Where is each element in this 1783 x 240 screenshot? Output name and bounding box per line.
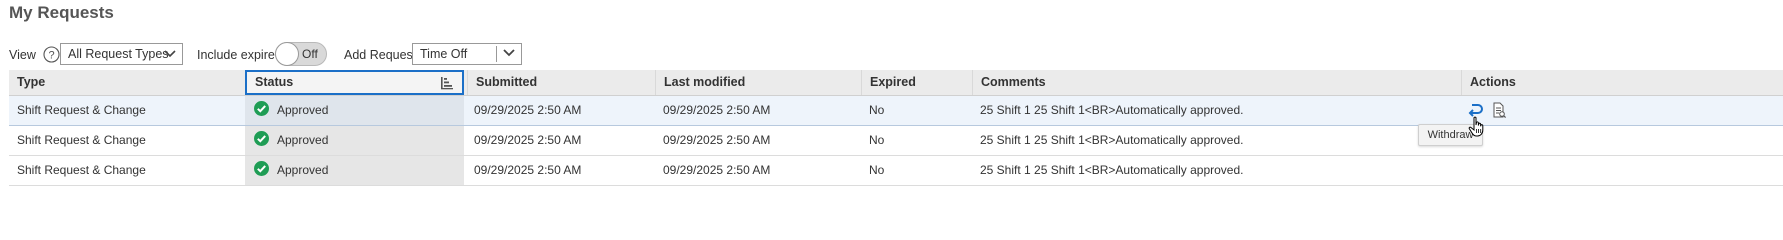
table-header: Type Status Submitted Last modified Expi… — [9, 70, 1783, 96]
check-circle-icon — [254, 161, 269, 177]
help-icon[interactable]: ? — [43, 46, 60, 63]
cell-last-modified: 09/29/2025 2:50 AM — [663, 133, 771, 147]
requests-table: Type Status Submitted Last modified Expi… — [9, 70, 1783, 186]
page-title: My Requests — [9, 3, 114, 22]
column-header-last-modified[interactable]: Last modified — [655, 70, 861, 95]
cell-last-modified: 09/29/2025 2:50 AM — [663, 163, 771, 177]
cell-type: Shift Request & Change — [17, 103, 146, 117]
toggle-state-text: Off — [302, 47, 318, 61]
toggle-knob — [275, 42, 299, 66]
add-request-select-value: Time Off — [420, 47, 468, 61]
cell-type: Shift Request & Change — [17, 163, 146, 177]
cell-submitted: 09/29/2025 2:50 AM — [474, 133, 582, 147]
svg-text:?: ? — [48, 50, 54, 62]
check-circle-icon — [254, 131, 269, 147]
table-row[interactable]: Shift Request & Change Approved 09/29/20… — [9, 126, 1783, 156]
cell-submitted: 09/29/2025 2:50 AM — [474, 103, 582, 117]
column-header-comments[interactable]: Comments — [972, 70, 1461, 95]
column-header-submitted[interactable]: Submitted — [467, 70, 656, 95]
table-row[interactable]: Shift Request & Change Approved 09/29/20… — [9, 96, 1783, 126]
request-type-select-value: All Request Types — [68, 47, 169, 61]
cell-type: Shift Request & Change — [17, 133, 146, 147]
column-header-status-label: Status — [255, 75, 294, 89]
status-text: Approved — [277, 163, 329, 177]
include-expired-label: Include expired — [197, 48, 282, 62]
column-header-type[interactable]: Type — [9, 70, 245, 95]
details-icon[interactable] — [1491, 102, 1507, 118]
sort-icon[interactable] — [440, 76, 454, 90]
cell-comments: 25 Shift 1 25 Shift 1<BR>Automatically a… — [980, 103, 1244, 117]
column-header-status[interactable]: Status — [245, 70, 464, 95]
cell-expired: No — [869, 163, 885, 177]
cell-status: Approved — [245, 96, 464, 125]
cell-expired: No — [869, 103, 885, 117]
include-expired-toggle[interactable]: Off — [275, 42, 327, 66]
chevron-down-icon — [503, 49, 515, 57]
cell-last-modified: 09/29/2025 2:50 AM — [663, 103, 771, 117]
cell-comments: 25 Shift 1 25 Shift 1<BR>Automatically a… — [980, 163, 1244, 177]
add-request-label: Add Request — [344, 48, 417, 62]
toolbar: View ? All Request Types Include expired… — [9, 42, 1209, 67]
check-circle-icon — [254, 101, 269, 117]
column-header-expired[interactable]: Expired — [861, 70, 973, 95]
cell-submitted: 09/29/2025 2:50 AM — [474, 163, 582, 177]
table-row[interactable]: Shift Request & Change Approved 09/29/20… — [9, 156, 1783, 186]
cell-status: Approved — [245, 156, 464, 185]
request-type-select[interactable]: All Request Types — [60, 43, 183, 65]
hand-cursor-icon — [1468, 116, 1484, 137]
cell-status: Approved — [245, 126, 464, 155]
chevron-down-icon — [164, 50, 176, 58]
status-text: Approved — [277, 133, 329, 147]
cell-expired: No — [869, 133, 885, 147]
view-label: View — [9, 48, 36, 62]
add-request-select[interactable]: Time Off — [412, 43, 522, 65]
cell-comments: 25 Shift 1 25 Shift 1<BR>Automatically a… — [980, 133, 1244, 147]
status-text: Approved — [277, 103, 329, 117]
column-header-actions: Actions — [1461, 70, 1783, 95]
